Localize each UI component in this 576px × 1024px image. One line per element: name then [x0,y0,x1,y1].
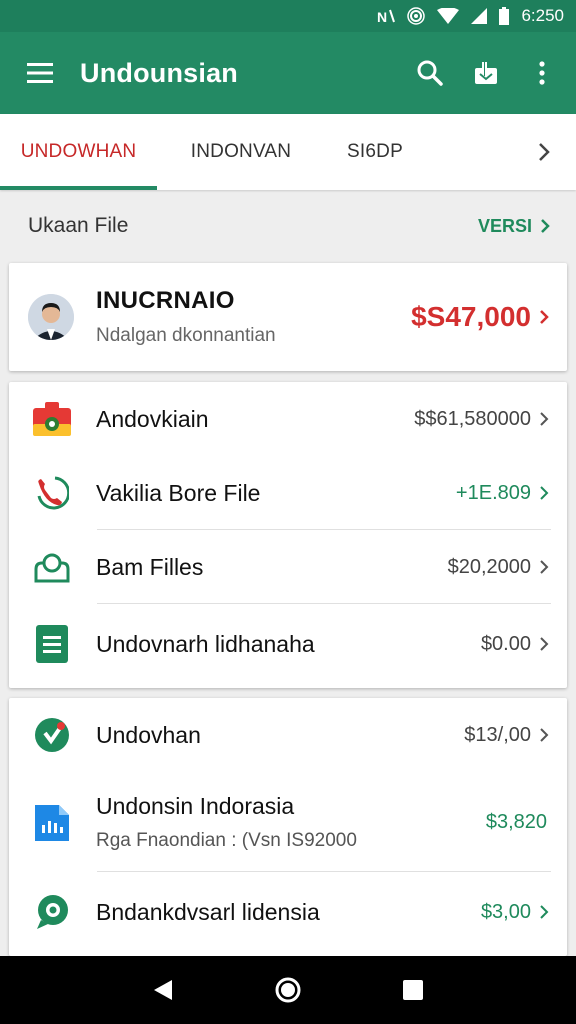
list-item[interactable]: Andovkiain $$61,580000 [9,382,567,456]
camera-icon [32,399,72,439]
chevron-right-icon [537,557,551,577]
avatar [28,294,74,340]
status-time: 6:250 [521,6,564,25]
list-item-amount: $$61,580000 [414,407,531,430]
more-options-button[interactable] [514,32,570,114]
profile-card[interactable]: INUCRNAIO Ndalgan dkonnantian $S47,000 [9,263,567,371]
recents-square-icon [403,980,424,1000]
section-link[interactable]: VERSI [478,216,550,237]
list-item-amount: $13/,00 [464,723,531,746]
status-bar: N 6:250 [0,0,576,32]
nfc-icon: N [377,6,396,26]
list-item-label: Andovkiain [96,405,209,432]
list-item-label: Vakilia Bore File [96,479,261,506]
tab-label: INDONVAN [190,141,292,162]
bag-icon [32,547,72,587]
back-triangle-icon [153,980,172,1000]
list-item[interactable]: Bam Filles $20,2000 [9,530,567,604]
accounts-card: Undovhan $13/,00 Undonsin Indorasia Rga … [9,698,567,956]
menu-button[interactable] [0,32,80,114]
list-item[interactable]: Undovhan $13/,00 [9,698,567,772]
list-item[interactable]: Bndankdvsarl lidensia $3,00 [9,872,567,952]
more-vert-icon [539,61,545,85]
chevron-right-icon [537,483,551,503]
list-item-amount: $3,820 [485,810,547,833]
chevron-right-icon [537,634,551,654]
chevron-right-icon [539,143,550,161]
chart-file-icon [32,802,72,842]
list-item[interactable]: Vakilia Bore File +1E.809 [9,456,567,530]
tab-bar: UNDOWHAN INDONVAN SI6DP [0,114,576,190]
share-button[interactable] [458,32,514,114]
phone-icon [32,473,72,513]
section-link-label: VERSI [477,215,532,236]
list-item-label: Undovnarh lidhanaha [96,630,315,657]
chevron-right-icon [537,725,551,745]
list-item-label: Bndankdvsarl lidensia [96,898,320,925]
signal-icon [471,6,488,26]
list-item-label: Undovhan [96,721,201,748]
tab-label: UNDOWHAN [20,141,137,162]
home-button[interactable] [264,966,312,1014]
system-nav-bar [0,956,576,1024]
search-icon [417,60,443,86]
profile-name: INUCRNAIO [96,287,235,314]
recents-button[interactable] [389,966,437,1014]
tab-undowhan[interactable]: UNDOWHAN [0,114,157,190]
list-item[interactable]: Undonsin Indorasia Rga Fnaondian : (Vsn … [9,772,567,872]
tab-indonvan[interactable]: INDONVAN [157,114,325,190]
menu-icon [27,63,53,83]
list-item[interactable]: Undovnarh lidhanaha $0.00 [9,604,567,684]
battery-icon [499,6,510,26]
files-card: Andovkiain $$61,580000 Vakilia Bore File… [9,382,567,688]
chat-bubble-icon [32,892,72,932]
tab-label: SI6DP [347,141,403,162]
tab-si6dp[interactable]: SI6DP [325,114,425,190]
list-item-amount: $0.00 [480,632,531,655]
profile-subtitle: Ndalgan dkonnantian [96,325,276,346]
section-title: Ukaan File [28,214,129,237]
share-icon [475,62,497,84]
wifi-icon [437,6,460,26]
list-item-amount: +1E.809 [455,481,531,504]
app-bar: Undounsian [0,32,576,114]
chevron-right-icon [541,219,550,233]
chevron-right-icon [537,307,551,327]
hotspot-icon [407,6,426,26]
chevron-right-icon [537,409,551,429]
document-icon [32,624,72,664]
svg-text:N: N [377,9,387,24]
chevron-right-icon [537,902,551,922]
check-badge-icon [32,715,72,755]
profile-amount: $S47,000 [411,301,531,332]
section-header: Ukaan File VERSI [0,190,576,262]
back-button[interactable] [139,966,187,1014]
home-circle-icon [275,977,301,1003]
search-button[interactable] [402,32,458,114]
list-item-label: Bam Filles [96,553,204,580]
list-item-amount: $20,2000 [447,555,531,578]
tabs-scroll-button[interactable] [526,114,562,190]
app-title: Undounsian [80,57,238,88]
list-item-subtitle: Rga Fnaondian : (Vsn IS92000 [96,829,357,851]
list-item-amount: $3,00 [480,900,531,923]
list-item-label: Undonsin Indorasia [96,792,295,819]
